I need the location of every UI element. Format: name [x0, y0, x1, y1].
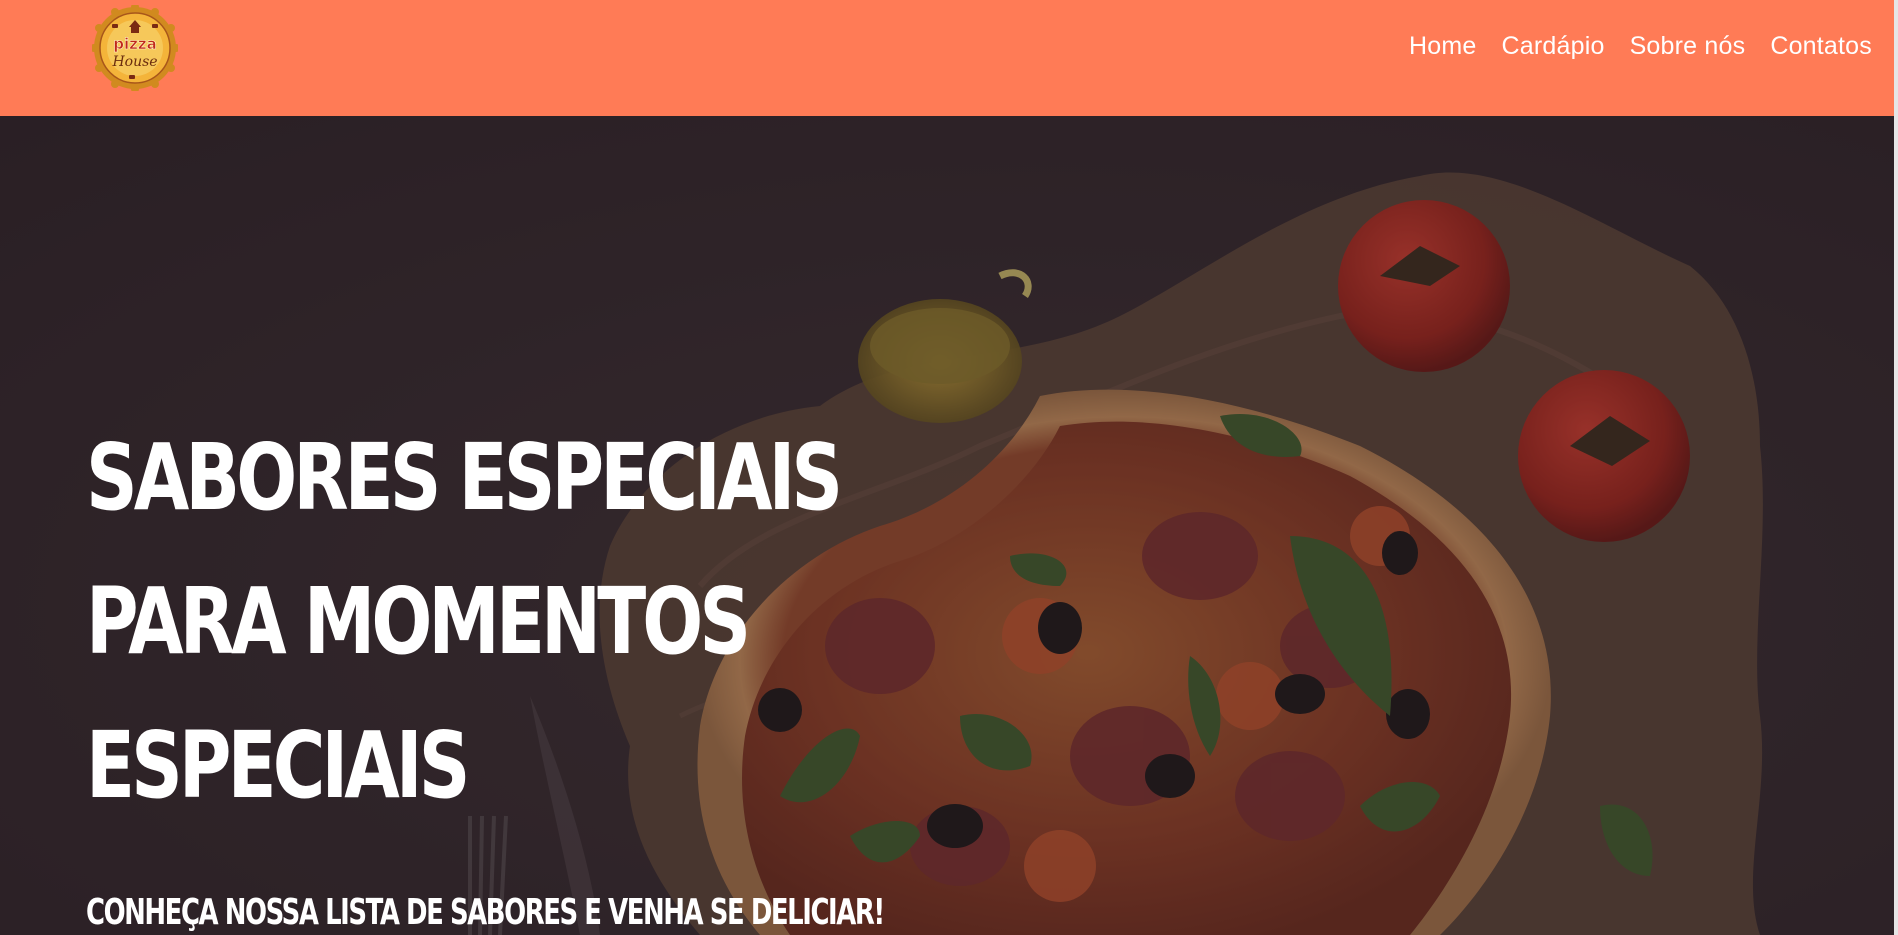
hero-title: SABORES ESPECIAIS PARA MOMENTOS ESPECIAI…	[86, 406, 843, 838]
hero-title-line-2: PARA MOMENTOS	[86, 568, 751, 675]
window-edge	[1894, 0, 1898, 935]
hero-title-line-3: ESPECIAIS	[86, 712, 470, 819]
page: pizza House Home Cardápio Sobre nós Cont…	[0, 0, 1898, 935]
nav-home[interactable]: Home	[1409, 31, 1477, 61]
main-nav: Home Cardápio Sobre nós Contatos	[1409, 31, 1872, 61]
hero-title-line-1: SABORES ESPECIAIS	[86, 424, 843, 531]
hero-subtitle[interactable]: CONHEÇA NOSSA LISTA DE SABORES E VENHA S…	[86, 892, 885, 933]
logo-text-house: House	[111, 54, 157, 70]
hero-section: SABORES ESPECIAIS PARA MOMENTOS ESPECIAI…	[0, 116, 1894, 935]
site-header: pizza House Home Cardápio Sobre nós Cont…	[0, 0, 1894, 116]
logo-text-pizza: pizza	[113, 35, 156, 53]
nav-contatos[interactable]: Contatos	[1770, 31, 1872, 61]
pizza-house-logo[interactable]: pizza House	[92, 5, 178, 91]
nav-cardapio[interactable]: Cardápio	[1502, 31, 1605, 61]
nav-sobre-nos[interactable]: Sobre nós	[1630, 31, 1746, 61]
